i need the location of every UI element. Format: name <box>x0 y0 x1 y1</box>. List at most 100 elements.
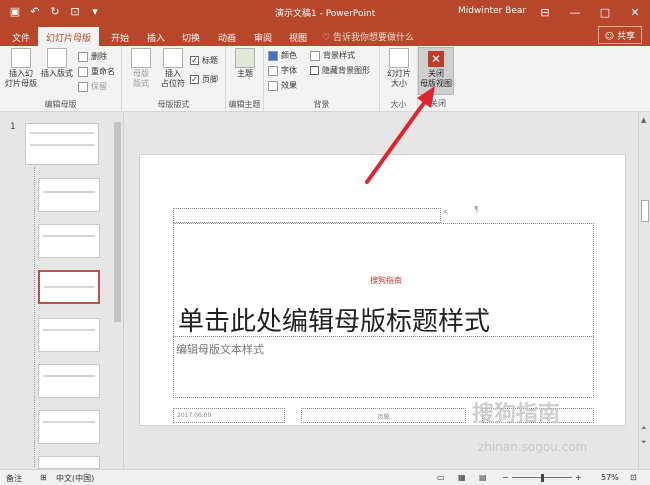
zoom-slider-thumb[interactable] <box>541 474 544 482</box>
zoom-in-icon[interactable]: + <box>575 473 582 482</box>
delete-icon <box>78 51 88 62</box>
layout-thumbnail[interactable] <box>38 224 100 258</box>
footer-checkbox[interactable]: ✓ 页脚 <box>190 74 218 85</box>
insert-slide-master-button[interactable]: 插入幻 灯片母版 <box>3 48 39 89</box>
title-checkbox-label: 标题 <box>202 56 218 65</box>
delete-button[interactable]: 删除 <box>78 51 107 62</box>
insert-placeholder-label: 插入 占位符 <box>161 69 185 88</box>
preserve-icon <box>78 81 88 92</box>
footer-placeholder[interactable]: 页脚 <box>301 408 466 423</box>
user-name[interactable]: Midwinter Bear <box>458 6 526 16</box>
title-bar: ▣ ↶ ↻ ⊡ ▾ 演示文稿1 - PowerPoint Midwinter B… <box>0 0 650 24</box>
normal-view-icon[interactable]: ▭ <box>437 473 445 482</box>
layout-thumbnail[interactable] <box>38 364 100 398</box>
person-icon: ☺ <box>604 32 617 42</box>
insert-slide-master-label: 插入幻 灯片母版 <box>5 69 37 88</box>
close-button[interactable]: ✕ <box>620 0 650 24</box>
rename-label: 重命名 <box>91 67 115 76</box>
maximize-button[interactable]: □ <box>590 0 620 24</box>
thumb-line <box>43 235 95 237</box>
title-checkbox[interactable]: ✓ 标题 <box>190 55 218 66</box>
slide-subtitle-text[interactable]: 编辑母版文本样式 <box>176 341 264 357</box>
tab-slide-master[interactable]: 幻灯片母版 <box>38 27 100 46</box>
insert-layout-label: 插入版式 <box>41 69 73 78</box>
fit-slide-icon[interactable]: ⊡ <box>630 473 637 482</box>
insert-placeholder-button[interactable]: 插入 占位符 <box>156 48 190 89</box>
colors-button[interactable]: 颜色 <box>268 50 297 61</box>
tab-view[interactable]: 视图 <box>281 27 315 46</box>
fonts-icon <box>268 65 278 76</box>
scrollbar-thumb[interactable] <box>114 122 121 322</box>
tab-home[interactable]: 开始 <box>103 27 137 46</box>
window-controls: ⊟ — □ ✕ <box>530 0 650 24</box>
effects-button[interactable]: 效果 <box>268 80 297 91</box>
prev-slide-icon[interactable]: ⏶ <box>641 424 647 433</box>
scrollbar-thumb[interactable] <box>641 200 649 222</box>
colors-icon <box>268 50 278 61</box>
layout-thumbnail[interactable] <box>38 410 100 444</box>
preserve-button[interactable]: 保留 <box>78 81 107 92</box>
background-styles-button[interactable]: 背景样式 <box>310 50 355 61</box>
tab-review[interactable]: 审阅 <box>246 27 280 46</box>
notes-button[interactable]: 备注 <box>6 473 22 484</box>
tab-animations[interactable]: 动画 <box>210 27 244 46</box>
redo-icon[interactable]: ↻ <box>48 4 62 18</box>
colors-label: 颜色 <box>281 51 297 60</box>
master-layout-label: 母版 版式 <box>133 69 149 88</box>
footer-checkbox-label: 页脚 <box>202 75 218 84</box>
canvas-scrollbar[interactable]: ▲ ⏶ ⏷ <box>638 112 650 469</box>
slide-sorter-icon[interactable]: ▦ <box>458 473 466 482</box>
share-button[interactable]: ☺ 共享 <box>597 26 642 44</box>
slide-title-text[interactable]: 单击此处编辑母版标题样式 <box>178 301 490 338</box>
group-edit-theme: 主题 编辑主题 <box>226 46 264 112</box>
slide-number: 1 <box>10 122 16 132</box>
header-placeholder[interactable] <box>173 208 441 223</box>
hide-background-checkbox[interactable]: 隐藏背景图形 <box>310 65 370 76</box>
undo-icon[interactable]: ↶ <box>28 4 42 18</box>
minimize-button[interactable]: — <box>560 0 590 24</box>
tell-me-search[interactable]: ♡ 告诉我你想要做什么 <box>322 30 414 43</box>
checkmark-icon: ✓ <box>190 75 199 84</box>
themes-icon <box>235 48 255 68</box>
zoom-out-icon[interactable]: − <box>502 473 509 482</box>
insert-layout-button[interactable]: 插入版式 <box>40 48 74 79</box>
ribbon: 插入幻 灯片母版 插入版式 删除 重命名 保留 编辑母版 母版 版式 插入 占位… <box>0 46 650 112</box>
ribbon-display-icon[interactable]: ⊟ <box>530 0 560 24</box>
reading-view-icon[interactable]: ▤ <box>479 473 487 482</box>
thumbnail-scrollbar[interactable] <box>113 112 122 469</box>
layout-thumbnail[interactable] <box>38 456 100 469</box>
customize-qat-icon[interactable]: ▾ <box>88 4 102 18</box>
present-icon[interactable]: ⊡ <box>68 4 82 18</box>
tab-file[interactable]: 文件 <box>4 27 38 46</box>
slide-master-icon <box>11 48 31 68</box>
layout-thumbnail-selected[interactable] <box>38 270 100 304</box>
zoom-level[interactable]: 57% <box>601 473 619 482</box>
master-thumbnail[interactable] <box>25 123 99 165</box>
scroll-up-icon[interactable]: ▲ <box>641 116 646 124</box>
tab-insert[interactable]: 插入 <box>139 27 173 46</box>
anchor-icon: ¶ <box>474 205 480 214</box>
master-layout-icon <box>131 48 151 68</box>
spellcheck-icon[interactable]: ⊞ <box>40 473 47 482</box>
background-styles-label: 背景样式 <box>323 51 355 60</box>
layout-thumbnail[interactable] <box>38 178 100 212</box>
slide-canvas[interactable]: × ¶ 搜狗指南 单击此处编辑母版标题样式 编辑母版文本样式 2017.06.0… <box>139 154 626 426</box>
arrow-head <box>417 86 435 108</box>
slide-thumbnail-panel: 1 <box>0 112 124 469</box>
rename-button[interactable]: 重命名 <box>78 66 115 77</box>
themes-button[interactable]: 主题 <box>232 48 258 79</box>
subtitle-divider <box>173 336 594 337</box>
next-slide-icon[interactable]: ⏷ <box>641 438 647 447</box>
status-bar: 备注 ⊞ 中文(中国) ▭ ▦ ▤ − + 57% ⊡ <box>0 469 650 485</box>
layout-thumbnail[interactable] <box>38 318 100 352</box>
tab-transitions[interactable]: 切换 <box>174 27 208 46</box>
date-placeholder[interactable]: 2017.06.09 <box>173 408 285 423</box>
language-indicator[interactable]: 中文(中国) <box>56 473 94 484</box>
themes-label: 主题 <box>237 69 253 78</box>
document-title: 演示文稿1 - PowerPoint <box>275 9 376 19</box>
save-icon[interactable]: ▣ <box>8 4 22 18</box>
fonts-button[interactable]: 字体 <box>268 65 297 76</box>
master-layout-button[interactable]: 母版 版式 <box>126 48 156 89</box>
annotation-arrow <box>365 86 435 184</box>
slide-size-icon <box>389 48 409 68</box>
